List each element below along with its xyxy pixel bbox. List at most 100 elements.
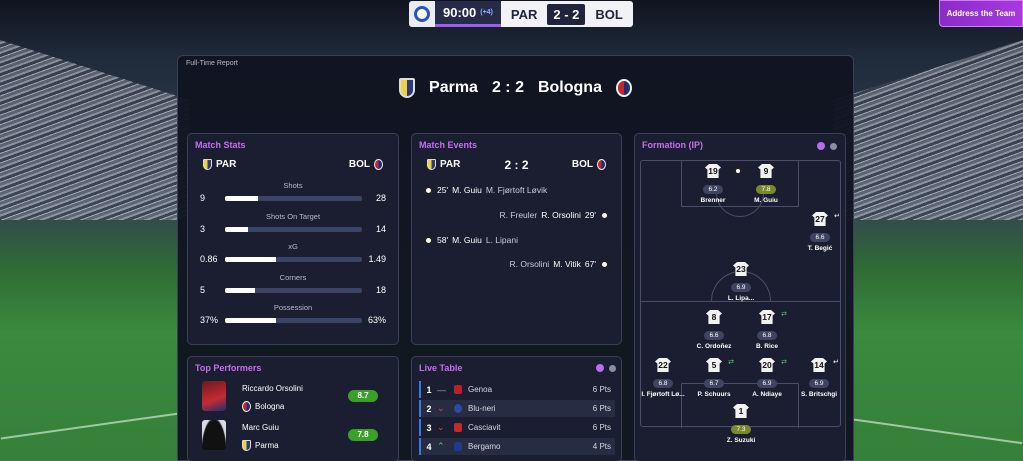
goal-event: 58' M. Guiu L. Lipani bbox=[424, 235, 518, 245]
substitution-icon: ⇄ bbox=[781, 359, 787, 366]
added-time: (+4) bbox=[480, 9, 493, 16]
event-assist: L. Lipani bbox=[485, 235, 518, 245]
stat-home-value: 0.86 bbox=[200, 254, 218, 264]
formation-card: Formation (IP) 19 6.2 Brenner 9 7.8 M. Guiu … bbox=[634, 133, 846, 461]
stadium-crowd-right bbox=[833, 40, 1023, 220]
bologna-crest-icon bbox=[242, 401, 251, 412]
stat-bar bbox=[225, 288, 362, 293]
formation-player[interactable]: 23 6.9 L. Lipa... bbox=[713, 262, 769, 302]
player-name: S. Britschgi bbox=[800, 391, 838, 398]
shirt-icon: 17 bbox=[759, 310, 775, 324]
player-name: I. Fjørtoft Lø... bbox=[641, 391, 685, 398]
table-team: Genoa bbox=[468, 385, 493, 394]
match-stats-card: Match Stats PAR BOL Shots 9 28 Shots On Ta… bbox=[187, 133, 399, 345]
stat-home-value: 37% bbox=[200, 315, 219, 325]
player-silhouette-icon bbox=[202, 420, 226, 450]
stat-label: xG bbox=[288, 242, 298, 251]
stat-bar-fill bbox=[225, 288, 256, 293]
parma-crest-icon bbox=[399, 78, 416, 98]
stat-label: Corners bbox=[279, 273, 307, 282]
club-crest-icon bbox=[451, 404, 465, 413]
formation-player[interactable]: 1 7.3 Z. Suzuki bbox=[713, 404, 769, 444]
goal-ball-icon bbox=[600, 210, 609, 220]
shirt-icon: 8 bbox=[706, 310, 722, 324]
performer-rating: 8.7 bbox=[348, 390, 378, 402]
goal-event: R. Orsolini M. Vitik 67' bbox=[510, 259, 609, 269]
headline-score: 2 : 2 bbox=[491, 79, 524, 96]
stat-home-value: 9 bbox=[200, 193, 206, 203]
player-name: A. Ndiaye bbox=[752, 391, 782, 398]
player-rating: 6.8 bbox=[653, 379, 673, 388]
top-performers-title: Top Performers bbox=[195, 363, 262, 373]
player-rating: 6.8 bbox=[757, 331, 777, 340]
scoreboard-teams: PAR 2 - 2 BOL bbox=[500, 1, 633, 27]
stat-bar bbox=[225, 318, 362, 323]
performer-row[interactable]: Marc Guiu Parma 7.8 bbox=[202, 420, 397, 454]
formation-player[interactable]: ↵ 14 6.9 S. Britschgi bbox=[791, 358, 847, 398]
player-name: B. Rice bbox=[755, 343, 779, 350]
page-indicator-active[interactable] bbox=[596, 364, 604, 372]
player-name: L. Lipa... bbox=[727, 295, 755, 302]
page-indicator-active[interactable] bbox=[817, 142, 825, 150]
stats-home-label: PAR bbox=[216, 159, 237, 170]
event-scorer: M. Guiu bbox=[452, 185, 482, 195]
match-stats-title: Match Stats bbox=[195, 140, 246, 150]
trend-up-icon: ⌃ bbox=[437, 441, 445, 451]
stat-bar-fill bbox=[225, 318, 276, 323]
stat-home-value: 3 bbox=[200, 224, 206, 234]
page-indicator[interactable] bbox=[830, 143, 837, 150]
goal-event: 25' M. Guiu M. Fjørtoft Løvik bbox=[424, 185, 547, 195]
table-row: 4 ⌃ Bergamo 4 Pts bbox=[419, 438, 615, 455]
event-assist: R. Freuler bbox=[499, 210, 538, 220]
substitution-icon: ⇄ bbox=[781, 311, 787, 318]
formation-player[interactable]: ⇄ 5 6.7 P. Schuurs bbox=[686, 358, 742, 398]
stat-label: Shots bbox=[283, 181, 303, 190]
formation-player[interactable]: ⇄ 17 6.8 B. Rice bbox=[739, 310, 795, 350]
stat-row: Corners 5 18 bbox=[188, 273, 398, 303]
shirt-icon: 20 bbox=[759, 358, 775, 372]
live-table-card: Live Table 1— Genoa 6 Pts 2 ⌄ Blu-neri 6 Pts … bbox=[411, 356, 622, 461]
table-points: 6 Pts bbox=[592, 385, 611, 394]
shirt-icon: 23 bbox=[733, 262, 749, 276]
report-headline: Parma 2 : 2 Bologna bbox=[178, 78, 853, 98]
scoreboard-score: 2 - 2 bbox=[547, 3, 586, 25]
goal-ball-icon bbox=[600, 259, 609, 269]
substitution-icon: ↵ bbox=[834, 213, 840, 220]
player-rating: 6.9 bbox=[809, 379, 829, 388]
event-minute: 29' bbox=[584, 210, 596, 220]
table-position: 3 bbox=[426, 422, 432, 433]
address-team-button[interactable]: Address the Team bbox=[939, 0, 1023, 27]
formation-player[interactable]: 8 6.6 C. Ordoñez bbox=[686, 310, 742, 350]
match-clock: 90:00 (+4) bbox=[435, 1, 501, 27]
formation-player[interactable]: 22 6.8 I. Fjørtoft Lø... bbox=[635, 358, 691, 398]
event-assist: M. Fjørtoft Løvik bbox=[485, 185, 548, 195]
table-team: Bergamo bbox=[468, 442, 501, 451]
goal-event: R. Freuler R. Orsolini 29' bbox=[499, 210, 609, 220]
performer-name: Riccardo Orsolini bbox=[242, 384, 303, 393]
formation-player[interactable]: ⇄ 20 6.9 A. Ndiaye bbox=[739, 358, 795, 398]
events-away-team: BOL bbox=[572, 159, 606, 170]
stat-bar bbox=[225, 196, 362, 201]
formation-player[interactable]: 19 6.2 Brenner bbox=[685, 164, 741, 204]
event-minute: 25' bbox=[437, 185, 449, 195]
club-crest-icon bbox=[454, 404, 462, 413]
parma-crest-icon bbox=[203, 159, 212, 170]
performer-row[interactable]: Riccardo Orsolini Bologna 8.7 bbox=[202, 381, 397, 415]
formation-player[interactable]: ↵ 27 6.6 T. Begić bbox=[792, 212, 848, 252]
stat-home-value: 5 bbox=[200, 285, 206, 295]
event-scorer: R. Orsolini bbox=[541, 210, 581, 220]
shirt-icon: 19 bbox=[705, 164, 721, 178]
full-time-report-panel: Full-Time Report Parma 2 : 2 Bologna Mat… bbox=[177, 55, 854, 461]
stat-row: Shots On Target 3 14 bbox=[188, 212, 398, 242]
stat-away-value: 28 bbox=[375, 193, 386, 203]
formation-player[interactable]: 9 7.8 M. Guiu bbox=[734, 164, 794, 204]
event-scorer: M. Vitik bbox=[553, 259, 581, 269]
shirt-icon: 14 bbox=[811, 358, 827, 372]
player-rating: 7.8 bbox=[756, 185, 776, 194]
page-indicator[interactable] bbox=[609, 365, 616, 372]
scoreboard-away: BOL bbox=[595, 6, 623, 22]
stat-bar-fill bbox=[225, 257, 276, 262]
stadium-crowd-left bbox=[0, 40, 190, 220]
player-rating: 6.9 bbox=[731, 283, 751, 292]
table-row: 2 ⌄ Blu-neri 6 Pts bbox=[419, 400, 615, 417]
